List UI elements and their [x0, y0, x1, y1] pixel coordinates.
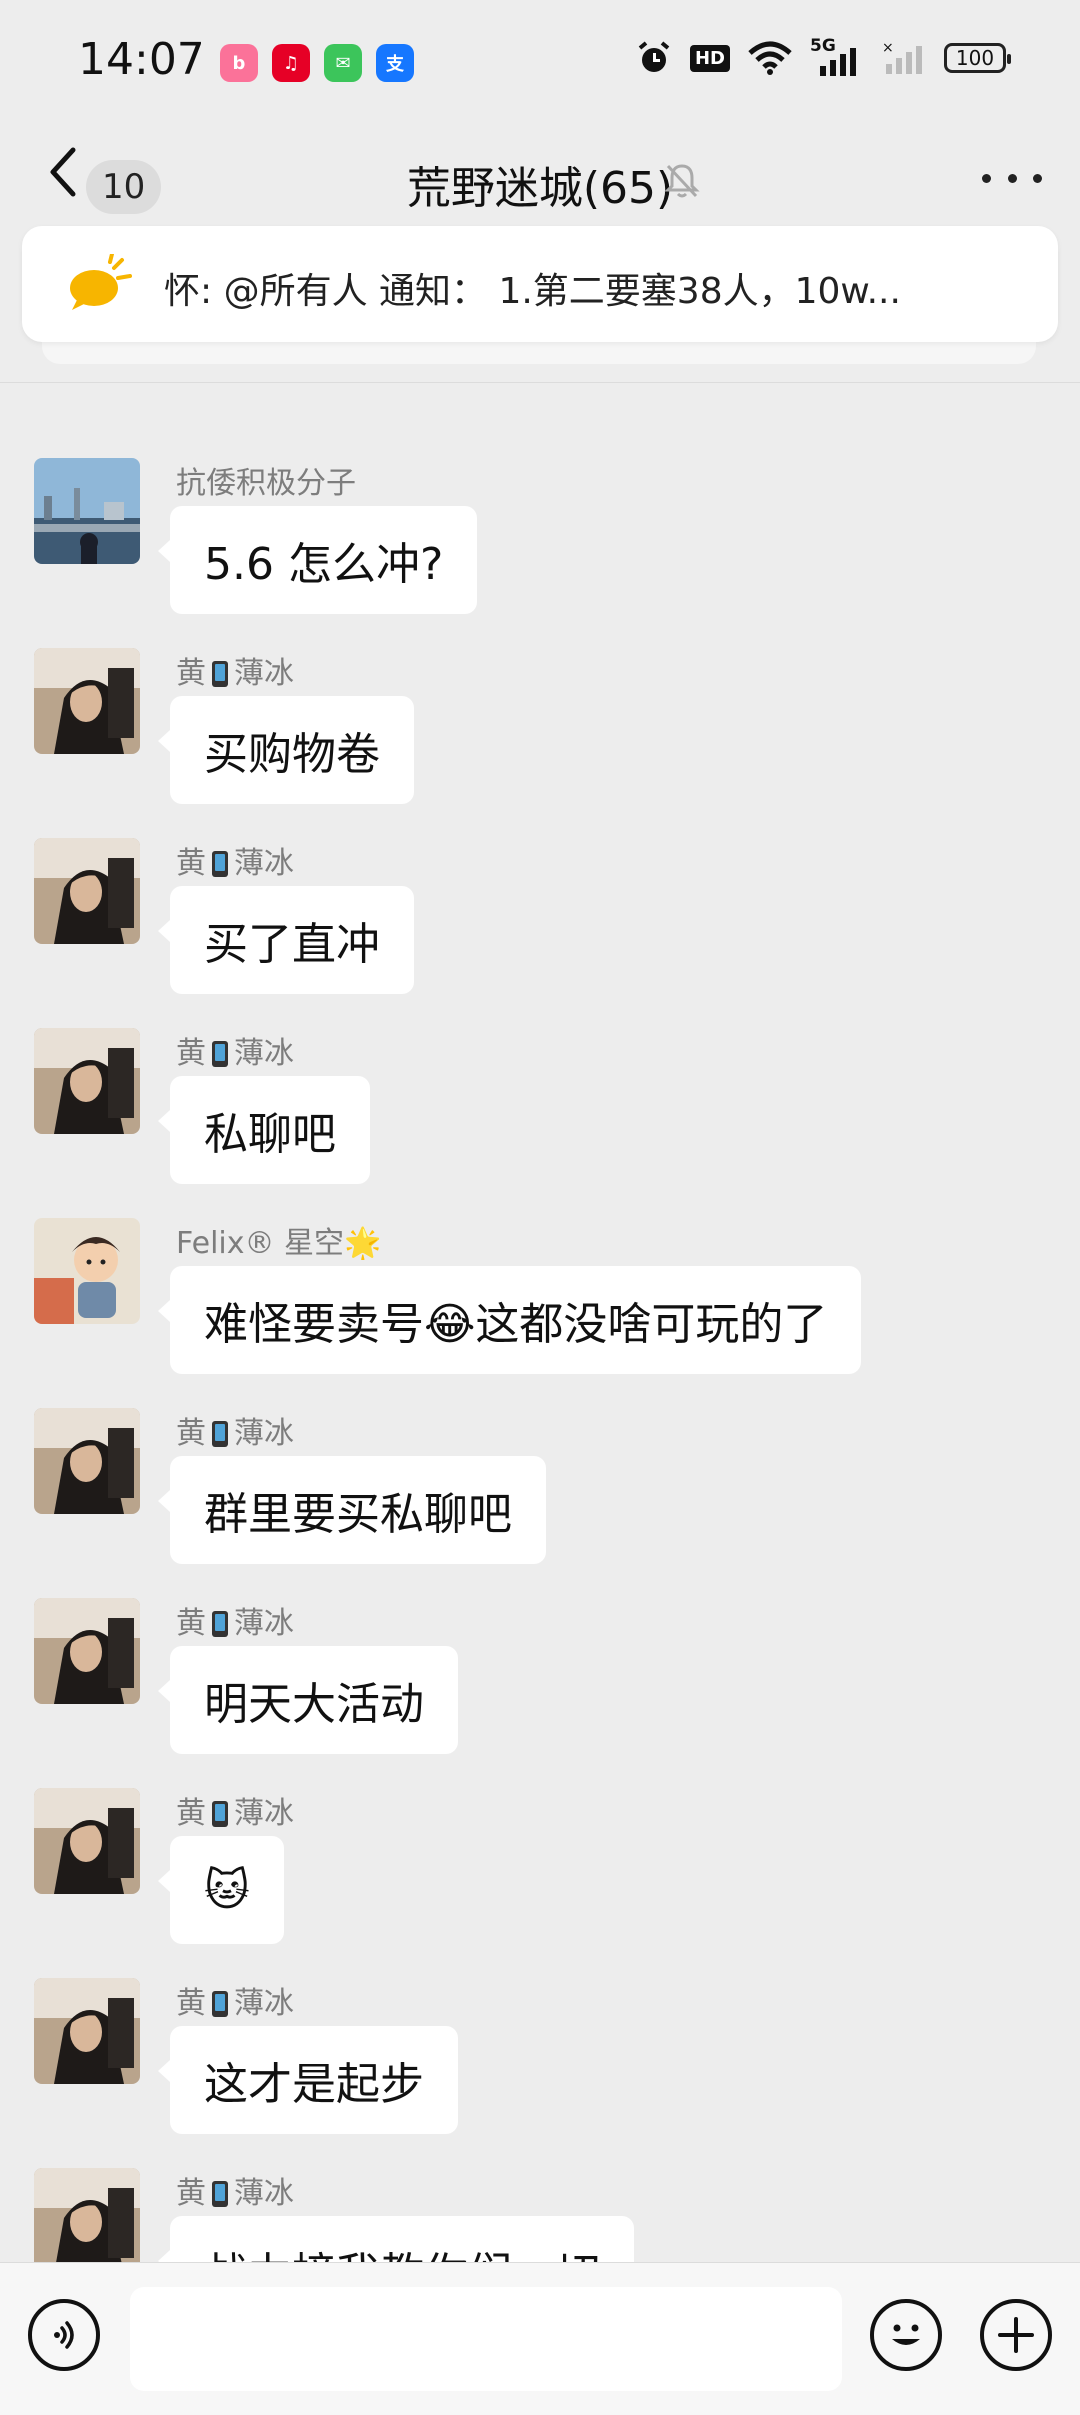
svg-text:×: ×: [882, 40, 894, 56]
notice-text: 怀: @所有人 通知： 1.第二要塞38人，10w...: [164, 271, 901, 312]
system-icons: HD 5G × 100: [636, 36, 1011, 76]
signal-5g-icon: 5G: [810, 36, 864, 76]
battery-icon: 100: [944, 43, 1011, 73]
message-input[interactable]: [130, 2287, 842, 2391]
phone-emoji-icon: [212, 1611, 228, 1637]
sender-name: Felix® 星空🌟: [176, 1226, 382, 1261]
sender-name-part: 黄: [176, 1796, 206, 1831]
sender-name-part: 薄冰: [234, 1036, 294, 1071]
sender-name-part: 薄冰: [234, 1986, 294, 2021]
sender-name-part: 黄: [176, 846, 206, 881]
voice-button[interactable]: [28, 2299, 100, 2371]
avatar[interactable]: [34, 458, 140, 564]
sender-name-part: 黄: [176, 2176, 206, 2211]
message-bubble[interactable]: 明天大活动: [158, 1646, 458, 1754]
phone-emoji-icon: [212, 851, 228, 877]
unread-count-badge[interactable]: 10: [86, 160, 162, 214]
phone-emoji-icon: [212, 1991, 228, 2017]
sender-name: 黄薄冰: [176, 1408, 294, 1452]
signal-weak-icon: ×: [882, 40, 922, 74]
phone-emoji-icon: [212, 661, 228, 687]
sender-name-part: 薄冰: [234, 1606, 294, 1641]
input-bar: [0, 2262, 1080, 2415]
message-bubble[interactable]: 私聊吧: [158, 1076, 370, 1184]
chat-title: 荒野迷城(65): [406, 163, 674, 214]
sender-name-part: 黄: [176, 1416, 206, 1451]
chat-header: 10 荒野迷城(65): [0, 128, 1080, 226]
sender-name: 黄薄冰: [176, 648, 294, 692]
sender-name: 黄薄冰: [176, 1978, 294, 2022]
voice-icon: [54, 2321, 74, 2349]
message-bubble[interactable]: 🐱: [158, 1836, 284, 1944]
sender-name-part: 薄冰: [234, 1796, 294, 1831]
smiley-icon: [892, 2324, 920, 2345]
more-functions-button[interactable]: [980, 2299, 1052, 2371]
sender-name-part: 黄: [176, 1986, 206, 2021]
sender-name-part: 薄冰: [234, 846, 294, 881]
divider: [0, 382, 1080, 383]
phone-emoji-icon: [212, 2181, 228, 2207]
avatar[interactable]: [34, 1408, 140, 1514]
sender-name: 黄薄冰: [176, 1788, 294, 1832]
sender-name: 黄薄冰: [176, 1028, 294, 1072]
phone-emoji-icon: [212, 1421, 228, 1447]
bilibili-icon: b: [220, 44, 258, 82]
netease-music-icon: ♫: [272, 44, 310, 82]
avatar[interactable]: [34, 2168, 140, 2274]
sender-name-part: 薄冰: [234, 656, 294, 691]
more-options-button[interactable]: [982, 158, 1042, 198]
message-bubble[interactable]: 群里要买私聊吧: [158, 1456, 546, 1564]
avatar[interactable]: [34, 1218, 140, 1324]
messages-icon: ✉: [324, 44, 362, 82]
message-bubble[interactable]: 5.6 怎么冲?: [157, 506, 478, 614]
emoji-button[interactable]: [870, 2299, 942, 2371]
sender-name-part: 黄: [176, 1036, 206, 1071]
sender-name: 黄薄冰: [176, 1598, 294, 1642]
sender-name: 黄薄冰: [176, 2168, 294, 2212]
message-bubble[interactable]: 这才是起步: [158, 2026, 458, 2134]
hd-icon: HD: [689, 44, 730, 72]
sender-name: 抗倭积极分子: [176, 466, 356, 501]
status-bar: 14:07 b ♫ ✉ 支 HD 5G × 100: [0, 0, 1080, 128]
message-bubble[interactable]: 买了直冲: [158, 886, 414, 994]
notification-app-icons: b ♫ ✉ 支: [220, 44, 414, 82]
avatar[interactable]: [34, 648, 140, 754]
alipay-icon: 支: [376, 44, 414, 82]
alarm-icon: [638, 41, 670, 72]
sender-name-part: 薄冰: [234, 1416, 294, 1451]
avatar[interactable]: [34, 1028, 140, 1134]
avatar[interactable]: [34, 1598, 140, 1704]
back-button[interactable]: [40, 142, 84, 202]
plus-icon: [998, 2317, 1034, 2353]
chevron-left-icon: [50, 147, 76, 197]
sender-name: 黄薄冰: [176, 838, 294, 882]
status-time: 14:07: [78, 34, 205, 85]
group-notice-banner[interactable]: 怀: @所有人 通知： 1.第二要塞38人，10w...: [22, 226, 1058, 342]
sender-name-part: 薄冰: [234, 2176, 294, 2211]
phone-emoji-icon: [212, 1801, 228, 1827]
announcement-icon: [70, 254, 132, 310]
message-bubble[interactable]: 难怪要卖号😂这都没啥可玩的了: [157, 1266, 862, 1374]
phone-emoji-icon: [212, 1041, 228, 1067]
mute-bell-icon: [664, 164, 700, 198]
sender-name-part: 黄: [176, 1606, 206, 1641]
wifi-icon: [748, 41, 792, 75]
avatar[interactable]: [34, 838, 140, 944]
avatar[interactable]: [34, 1788, 140, 1894]
sender-name-part: 黄: [176, 656, 206, 691]
message-bubble[interactable]: 买购物卷: [158, 696, 414, 804]
avatar[interactable]: [34, 1978, 140, 2084]
